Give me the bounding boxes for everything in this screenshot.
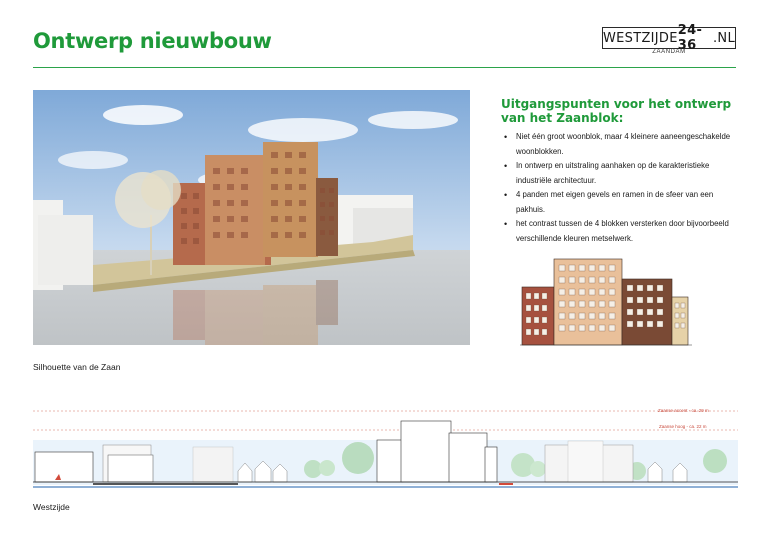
model-photo <box>33 90 470 345</box>
design-points-list: Niet één groot woonblok, maar 4 kleinere… <box>504 130 740 246</box>
design-heading: Uitgangspunten voor het ontwerp van het … <box>501 97 732 125</box>
silhouette-drawing <box>33 410 738 488</box>
logo: WESTZIJDE 24-36 .NL <box>602 23 736 53</box>
marker-hoog-label: Zaanse hoog - ca. 22 m <box>659 424 707 429</box>
list-item: het contrast tussen de 4 blokken verster… <box>504 217 740 246</box>
marker-accent-label: Zaanse accent - ca. 29 m <box>658 408 709 413</box>
logo-prefix: WESTZIJDE <box>603 30 678 46</box>
silhouette-caption: Silhouette van de Zaan <box>33 362 121 372</box>
list-item: Niet één groot woonblok, maar 4 kleinere… <box>504 130 740 159</box>
logo-suffix: .NL <box>713 30 735 46</box>
elevation-drawing <box>520 258 692 346</box>
header-divider <box>33 67 736 68</box>
page-title: Ontwerp nieuwbouw <box>33 29 272 53</box>
list-item: In ontwerp en uitstraling aanhaken op de… <box>504 159 740 188</box>
logo-city: ZAANDAM <box>652 49 686 55</box>
westzijde-caption: Westzijde <box>33 502 70 512</box>
list-item: 4 panden met eigen gevels en ramen in de… <box>504 188 740 217</box>
